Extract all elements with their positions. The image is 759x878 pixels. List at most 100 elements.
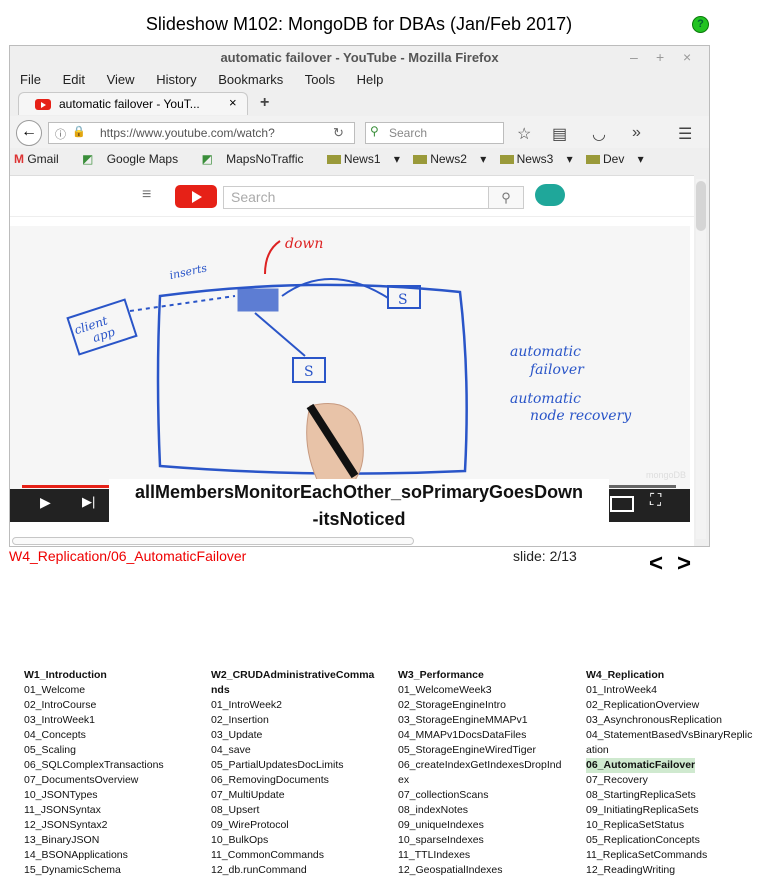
index-link[interactable]: 07_Recovery [586,773,759,788]
prev-slide-button[interactable]: < [649,550,663,578]
index-link[interactable]: 03_StorageEngineMMAPv1 [398,713,561,728]
bookmark-folder-news1[interactable]: News1 ▾ [326,152,400,166]
index-link[interactable]: 13_BinaryJSON [24,833,164,848]
new-tab-icon[interactable]: + [260,94,269,112]
menu-bookmarks[interactable]: Bookmarks [218,72,283,87]
index-link[interactable]: 02_StorageEngineIntro [398,698,561,713]
index-link[interactable]: 02_ReplicationOverview [586,698,759,713]
url-text[interactable]: https://www.youtube.com/watch? [100,126,275,140]
index-link[interactable]: 07_MultiUpdate [211,788,374,803]
menu-edit[interactable]: Edit [63,72,85,87]
browser-tab[interactable]: automatic failover - YouT... × [18,92,248,115]
index-link[interactable]: 05_PartialUpdatesDocLimits [211,758,374,773]
index-link[interactable]: 06_createIndexGetIndexesDropInd [398,758,561,773]
index-link[interactable]: ation [586,743,759,758]
index-link[interactable]: 11_JSONSyntax [24,803,164,818]
index-link[interactable]: 11_CommonCommands [211,848,374,863]
index-heading[interactable]: W2_CRUDAdministrativeComma [211,668,374,683]
index-link[interactable]: 09_uniqueIndexes [398,818,561,833]
index-link[interactable]: 05_StorageEngineWiredTiger [398,743,561,758]
index-link[interactable]: 12_JSONSyntax2 [24,818,164,833]
index-link[interactable]: 12_GeospatialIndexes [398,863,561,878]
index-link[interactable]: 05_ReplicationConcepts [586,833,759,848]
index-link[interactable]: 10_sparseIndexes [398,833,561,848]
next-video-icon[interactable]: ▶| [82,494,95,510]
index-link[interactable]: 04_StatementBasedVsBinaryReplic [586,728,759,743]
index-link[interactable]: 01_Welcome [24,683,164,698]
hamburger-menu-icon[interactable]: ☰ [678,124,692,144]
bookmark-star-icon[interactable]: ☆ [517,124,531,144]
index-link[interactable]: 06_SQLComplexTransactions [24,758,164,773]
index-link[interactable]: 03_AsynchronousReplication [586,713,759,728]
scrollbar-thumb[interactable] [696,181,706,231]
bookmark-mapsnotraffic[interactable]: ◩ MapsNoTraffic [201,152,313,166]
index-link[interactable]: 10_BulkOps [211,833,374,848]
index-link[interactable]: 11_TTLIndexes [398,848,561,863]
index-link[interactable]: ex [398,773,561,788]
maximize-icon[interactable]: + [656,49,664,65]
youtube-menu-icon[interactable]: ≡ [142,186,151,204]
tab-close-icon[interactable]: × [229,95,237,110]
index-link[interactable]: 04_MMAPv1DocsDataFiles [398,728,561,743]
play-icon[interactable]: ▶ [40,494,51,511]
overflow-chevron-icon[interactable]: » [632,124,641,142]
pocket-icon[interactable]: ◡ [592,124,606,144]
next-slide-button[interactable]: > [677,550,691,578]
index-heading[interactable]: W3_Performance [398,668,561,683]
youtube-search-button[interactable]: ⚲ [488,186,524,209]
reader-view-icon[interactable]: ▤ [552,124,567,144]
index-link[interactable]: 02_Insertion [211,713,374,728]
index-link[interactable]: 07_collectionScans [398,788,561,803]
index-link[interactable]: 09_InitiatingReplicaSets [586,803,759,818]
index-link[interactable]: 06_RemovingDocuments [211,773,374,788]
index-link[interactable]: 01_IntroWeek4 [586,683,759,698]
index-link[interactable]: 12_db.runCommand [211,863,374,878]
index-link[interactable]: 02_IntroCourse [24,698,164,713]
info-icon[interactable]: ⓘ [55,126,66,142]
index-link[interactable]: 14_BSONApplications [24,848,164,863]
index-link[interactable]: 01_IntroWeek2 [211,698,374,713]
menu-file[interactable]: File [20,72,41,87]
minimize-icon[interactable]: – [630,49,638,65]
back-button[interactable]: ← [16,120,42,146]
breadcrumb[interactable]: W4_Replication/06_AutomaticFailover [9,548,246,564]
theater-mode-icon[interactable] [610,496,634,512]
index-link[interactable]: 07_DocumentsOverview [24,773,164,788]
index-link[interactable]: 08_indexNotes [398,803,561,818]
avatar[interactable] [535,184,565,206]
index-link[interactable]: 11_ReplicaSetCommands [586,848,759,863]
reload-icon[interactable]: ↻ [333,125,344,141]
index-link[interactable]: 04_Concepts [24,728,164,743]
index-link[interactable]: 09_WireProtocol [211,818,374,833]
index-heading-wrap[interactable]: nds [211,683,374,698]
bookmark-google-maps[interactable]: ◩ Google Maps [82,152,188,166]
index-link[interactable]: 01_WelcomeWeek3 [398,683,561,698]
menu-tools[interactable]: Tools [305,72,335,87]
bookmark-folder-news3[interactable]: News3 ▾ [499,152,573,166]
index-link[interactable]: 10_JSONTypes [24,788,164,803]
index-link[interactable]: 03_Update [211,728,374,743]
index-link[interactable]: 15_DynamicSchema [24,863,164,878]
bookmark-folder-dev[interactable]: Dev ▾ [586,152,644,166]
close-window-icon[interactable]: × [683,49,691,65]
help-icon[interactable]: ? [692,16,709,33]
bookmark-gmail[interactable]: M Gmail [14,152,69,166]
index-link[interactable]: 05_Scaling [24,743,164,758]
search-input[interactable]: ⚲ Search [365,122,504,144]
index-link-current[interactable]: 06_AutomaticFailover [586,758,696,773]
bookmark-folder-news2[interactable]: News2 ▾ [413,152,486,166]
index-link[interactable]: 03_IntroWeek1 [24,713,164,728]
youtube-logo[interactable] [175,185,217,208]
youtube-search-input[interactable]: Search [223,186,495,209]
index-link[interactable]: 08_Upsert [211,803,374,818]
menu-history[interactable]: History [156,72,196,87]
index-heading[interactable]: W4_Replication [586,668,759,683]
fullscreen-icon[interactable]: ⛶ [650,492,661,510]
index-link[interactable]: 10_ReplicaSetStatus [586,818,759,833]
menu-view[interactable]: View [107,72,135,87]
horizontal-scrollbar[interactable] [12,537,414,545]
url-bar[interactable]: ⓘ 🔒 https://www.youtube.com/watch? ↻ [48,122,355,144]
index-link[interactable]: 12_ReadingWriting [586,863,759,878]
index-link[interactable]: 08_StartingReplicaSets [586,788,759,803]
video-player[interactable]: down client app inserts S S automatic fa… [10,226,690,522]
